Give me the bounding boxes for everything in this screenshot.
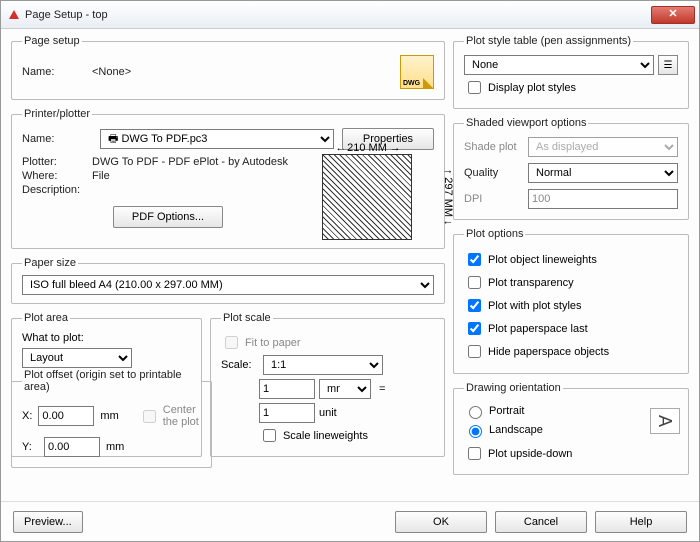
help-button[interactable]: Help xyxy=(595,511,687,533)
paper-size-select[interactable]: ISO full bleed A4 (210.00 x 297.00 MM) xyxy=(22,275,434,295)
plot-area-legend: Plot area xyxy=(22,312,70,324)
scale-label: Scale: xyxy=(221,359,259,371)
shade-plot-select: As displayed xyxy=(528,137,678,157)
orient-landscape[interactable]: Landscape xyxy=(464,422,644,438)
dpi-input xyxy=(528,189,678,209)
where-value: File xyxy=(92,170,110,182)
printer-name-select[interactable]: 🖶 DWG To PDF.pc3 xyxy=(100,129,334,149)
orientation-icon: A xyxy=(650,408,680,434)
where-label: Where: xyxy=(22,170,92,182)
preview-button[interactable]: Preview... xyxy=(13,511,83,533)
group-printer: Printer/plotter Name: 🖶 DWG To PDF.pc3 P… xyxy=(11,108,445,249)
pdf-options-button[interactable]: PDF Options... xyxy=(113,206,223,228)
opt-hide-paperspace[interactable]: Hide paperspace objects xyxy=(464,342,678,361)
fit-to-paper-input xyxy=(225,336,238,349)
opt-transparency[interactable]: Plot transparency xyxy=(464,273,678,292)
equals-symbol: = xyxy=(379,383,385,395)
group-plot-style-table: Plot style table (pen assignments) None … xyxy=(453,35,689,109)
page-setup-name: <None> xyxy=(92,66,131,78)
group-paper-size: Paper size ISO full bleed A4 (210.00 x 2… xyxy=(11,257,445,304)
x-input[interactable] xyxy=(38,406,94,426)
page-setup-legend: Page setup xyxy=(22,35,82,47)
quality-label: Quality xyxy=(464,167,528,179)
y-label: Y: xyxy=(22,441,38,453)
pst-legend: Plot style table (pen assignments) xyxy=(464,35,633,47)
scale-unit-select[interactable]: mm xyxy=(319,379,371,399)
group-plot-options: Plot options Plot object lineweights Plo… xyxy=(453,228,689,374)
what-to-plot-label: What to plot: xyxy=(22,332,84,344)
close-button[interactable]: ✕ xyxy=(651,6,695,24)
group-shaded-viewport: Shaded viewport options Shade plot As di… xyxy=(453,117,689,220)
window-title: Page Setup - top xyxy=(25,9,651,21)
opt-lineweights[interactable]: Plot object lineweights xyxy=(464,250,678,269)
titlebar: Page Setup - top ✕ xyxy=(1,1,699,29)
desc-label: Description: xyxy=(22,184,92,196)
plotter-label: Plotter: xyxy=(22,156,92,168)
scale-num-input[interactable] xyxy=(259,379,315,399)
scale-lineweights-input[interactable] xyxy=(263,429,276,442)
shade-plot-label: Shade plot xyxy=(464,141,528,153)
center-plot-check: Center the plot xyxy=(139,404,202,428)
plot-scale-legend: Plot scale xyxy=(221,312,273,324)
printer-name-label: Name: xyxy=(22,133,92,145)
scale-den-input[interactable] xyxy=(259,403,315,423)
y-input[interactable] xyxy=(44,437,100,457)
opt-plot-styles[interactable]: Plot with plot styles xyxy=(464,296,678,315)
display-plot-styles-input[interactable] xyxy=(468,81,481,94)
button-bar: Preview... OK Cancel Help xyxy=(1,501,699,541)
plot-style-edit-button[interactable]: ☰ xyxy=(658,55,678,75)
group-page-setup: Page setup Name: <None> DWG xyxy=(11,35,445,100)
dialog-page-setup: Page Setup - top ✕ Page setup Name: <Non… xyxy=(0,0,700,542)
x-mm: mm xyxy=(100,410,118,422)
shaded-legend: Shaded viewport options xyxy=(464,117,588,129)
paper-size-legend: Paper size xyxy=(22,257,78,269)
quality-select[interactable]: Normal xyxy=(528,163,678,183)
group-orientation: Drawing orientation Portrait Landscape A… xyxy=(453,382,689,475)
ok-button[interactable]: OK xyxy=(395,511,487,533)
fit-to-paper-check: Fit to paper xyxy=(221,333,434,352)
scale-den-unit: unit xyxy=(319,407,371,419)
app-icon xyxy=(9,10,19,19)
display-plot-styles-check[interactable]: Display plot styles xyxy=(464,78,678,97)
plot-options-legend: Plot options xyxy=(464,228,525,240)
plotter-value: DWG To PDF - PDF ePlot - by Autodesk xyxy=(92,156,288,168)
dwg-icon: DWG xyxy=(400,55,434,89)
orient-legend: Drawing orientation xyxy=(464,382,563,394)
orient-portrait[interactable]: Portrait xyxy=(464,403,644,419)
x-label: X: xyxy=(22,410,32,422)
paper-preview: ← 210 MM → ↑ 297 MM ↓ xyxy=(322,154,434,240)
center-plot-input xyxy=(143,410,156,423)
scale-select[interactable]: 1:1 xyxy=(263,355,383,375)
scale-lineweights-check[interactable]: Scale lineweights xyxy=(259,426,434,445)
printer-legend: Printer/plotter xyxy=(22,108,92,120)
orient-upside[interactable]: Plot upside-down xyxy=(464,444,678,463)
group-plot-scale: Plot scale Fit to paper Scale: 1:1 mm = xyxy=(210,312,445,457)
what-to-plot-select[interactable]: Layout xyxy=(22,348,132,368)
cancel-button[interactable]: Cancel xyxy=(495,511,587,533)
name-label: Name: xyxy=(22,66,92,78)
opt-paperspace-last[interactable]: Plot paperspace last xyxy=(464,319,678,338)
plot-style-select[interactable]: None xyxy=(464,55,654,75)
y-mm: mm xyxy=(106,441,124,453)
dpi-label: DPI xyxy=(464,193,528,205)
